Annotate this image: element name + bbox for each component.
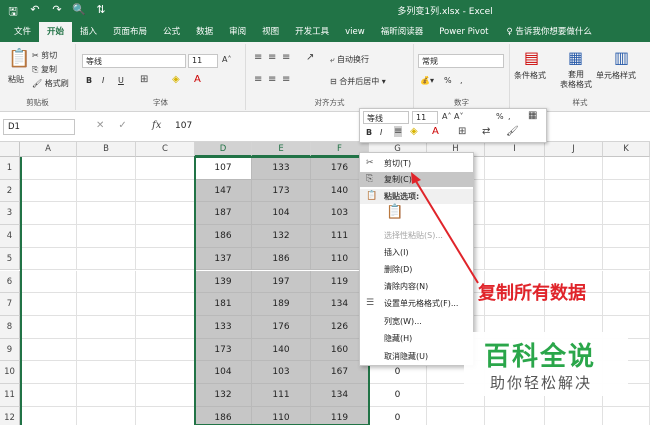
watermark-subtitle: 助你轻松解决 [490, 374, 593, 392]
annotation-text: 复制所有数据 [478, 283, 586, 304]
watermark-title: 百科全说 [484, 342, 597, 372]
watermark: 百科全说 助你轻松解决 [464, 332, 628, 396]
